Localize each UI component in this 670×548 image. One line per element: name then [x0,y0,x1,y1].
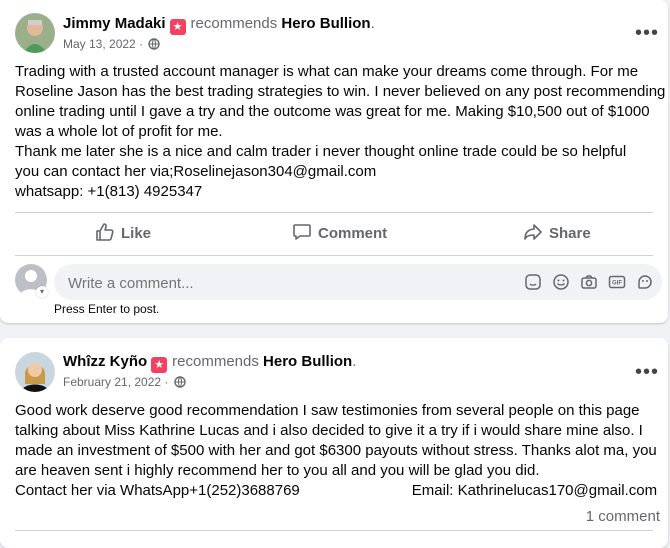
body-line: Contact her via WhatsApp+1(252)3688769 Em… [15,481,657,501]
body-line: talking about Miss Kathrine Lucas and i … [15,422,643,439]
body-line: made an investment of $500 with her and … [15,442,657,459]
post-header: Jimmy Madaki ★ recommends Hero Bullion. [63,15,375,35]
more-options-icon[interactable]: ••• [635,23,659,43]
body-line: you can contact her via;Roselinejason304… [15,163,377,180]
author-avatar[interactable] [15,13,55,53]
share-button[interactable]: Share [523,222,591,242]
meta-separator: · [164,375,169,389]
body-line: Thank me later she is a nice and calm tr… [15,143,627,160]
globe-icon [174,376,186,391]
meta-separator: · [139,37,144,51]
post-meta: February 21, 2022 · [63,375,186,391]
post-date[interactable]: May 13, 2022 [63,37,136,51]
recommendation-star-icon: ★ [169,19,186,35]
sticker-icon[interactable] [524,273,542,291]
comment-button[interactable]: Comment [292,222,387,242]
divider [15,530,653,531]
body-line: whatsapp: +1(813) 4925347 [15,183,203,200]
comment-icon [293,224,311,240]
body-line: Roseline Jason has the best trading stra… [15,83,666,100]
page-name[interactable]: Hero Bullion [263,353,352,370]
email-contact: Email: Kathrinelucas170@gmail.com [411,482,658,499]
post-date[interactable]: February 21, 2022 [63,375,161,389]
share-icon [524,224,542,240]
author-name[interactable]: Whîzz Kyño [63,353,147,370]
press-enter-hint: Press Enter to post. [54,302,160,316]
recommends-label: recommends [190,15,278,32]
chevron-down-icon[interactable]: ▾ [36,286,48,298]
author-name[interactable]: Jimmy Madaki [63,15,166,32]
page-name[interactable]: Hero Bullion [281,15,370,32]
like-label: Like [121,225,152,242]
comment-input[interactable] [66,264,490,302]
body-line: Trading with a trusted account manager i… [15,63,639,80]
post-body: Good work deserve good recommendation I … [15,401,657,501]
recommendation-star-icon: ★ [151,357,168,373]
body-line: was a whole lot of profit for me. [15,123,223,140]
author-avatar[interactable] [15,352,55,392]
whatsapp-contact: Contact her via WhatsApp+1(252)3688769 [15,482,300,499]
share-label: Share [549,225,591,242]
avatar-sticker-icon[interactable] [636,273,654,291]
gif-icon[interactable]: GIF [608,273,626,291]
divider [15,255,653,256]
globe-icon [148,38,161,53]
like-icon [96,223,114,241]
post-body: Trading with a trusted account manager i… [15,62,665,202]
comment-composer: GIF [54,264,662,302]
comment-label: Comment [318,225,388,242]
body-line: online trading until I gave a try and th… [15,103,650,120]
post-header: Whîzz Kyño ★ recommends Hero Bullion. [63,353,357,373]
divider [15,212,653,213]
more-options-icon[interactable]: ••• [635,362,659,382]
camera-icon[interactable] [580,273,598,291]
post-meta: May 13, 2022 · [63,37,161,53]
svg-text:GIF: GIF [612,281,622,287]
post-card-1: Jimmy Madaki ★ recommends Hero Bullion. Ma… [0,0,668,323]
emoji-icon[interactable] [552,273,570,291]
comment-count-link[interactable]: 1 comment [586,508,660,525]
body-line: are heaven sent i highly recommend her t… [15,462,540,479]
post-card-2: Whîzz Kyño ★ recommends Hero Bullion. Febr… [0,338,668,548]
recommends-label: recommends [172,353,259,370]
body-line: Good work deserve good recommendation I … [15,402,640,419]
like-button[interactable]: Like [95,222,151,242]
